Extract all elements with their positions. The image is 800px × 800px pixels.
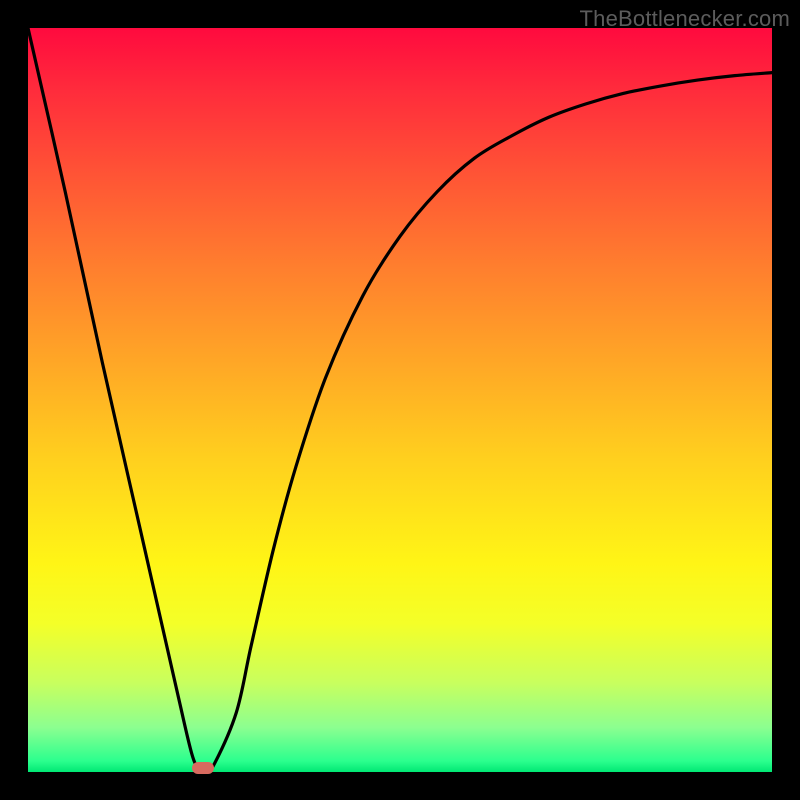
- watermark-text: TheBottlenecker.com: [580, 6, 790, 32]
- chart-plot-area: [28, 28, 772, 772]
- bottleneck-curve: [28, 28, 772, 772]
- min-marker: [192, 762, 214, 774]
